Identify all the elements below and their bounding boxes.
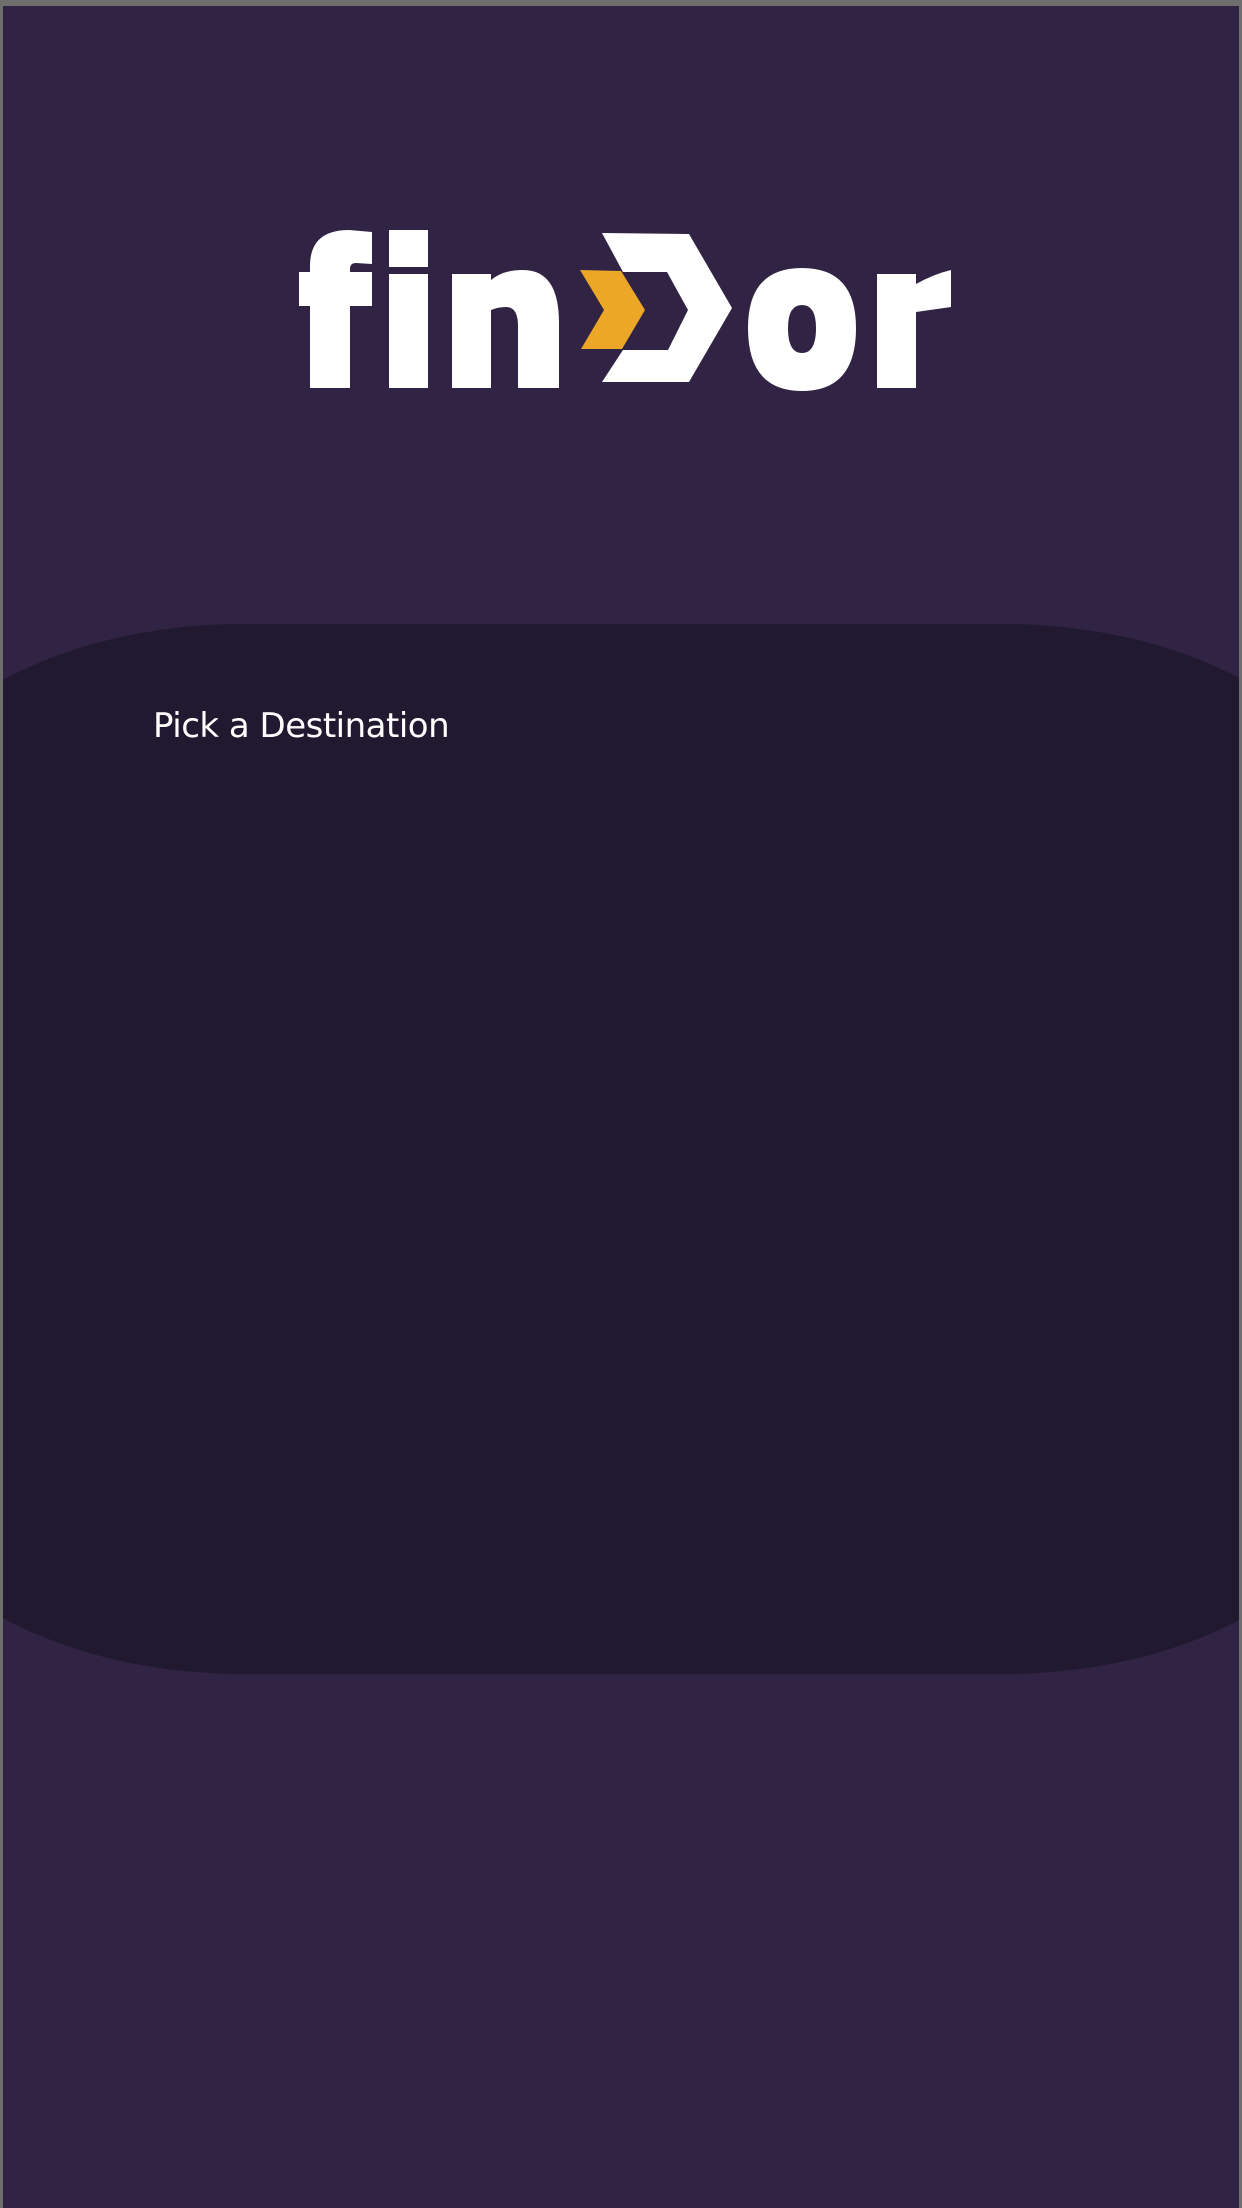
app-screen: findor: [3, 6, 1239, 2208]
findor-logo: findor: [299, 228, 954, 398]
logo-chevron-mark: [580, 233, 732, 382]
logo-letter-n: [452, 270, 559, 388]
logo-letter-f: [299, 230, 372, 388]
pick-destination-title: Pick a Destination: [153, 706, 450, 746]
logo-letter-i: [389, 230, 428, 388]
logo-letter-o: [748, 268, 856, 391]
logo-graphic: [299, 230, 951, 391]
logo-letter-r: [877, 270, 951, 388]
destination-panel: [3, 624, 1239, 1674]
